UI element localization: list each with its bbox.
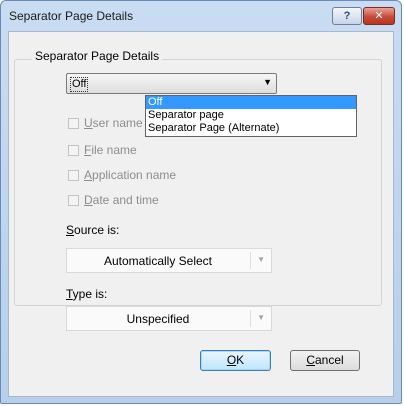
checkbox-box[interactable]	[68, 117, 79, 129]
checkbox-label: Date and time	[84, 193, 159, 207]
checkbox-box[interactable]	[68, 144, 79, 156]
combo-divider	[250, 310, 251, 327]
source-label: Source is:	[66, 223, 120, 237]
dropdown-option-separator-page-alternate[interactable]: Separator Page (Alternate)	[146, 122, 356, 135]
window-title: Separator Page Details	[9, 9, 134, 23]
separator-page-dropdown-list[interactable]: Off Separator page Separator Page (Alter…	[145, 95, 357, 137]
checkbox-box[interactable]	[68, 169, 79, 181]
cancel-button[interactable]: Cancel	[290, 350, 360, 371]
separator-page-value: Off	[70, 77, 89, 92]
dropdown-option-separator-page[interactable]: Separator page	[146, 109, 356, 122]
chevron-down-icon[interactable]: ▼	[257, 313, 265, 322]
checkbox-label: User name	[84, 116, 143, 130]
source-select[interactable]: Automatically Select ▼	[66, 248, 272, 273]
title-bar[interactable]: Separator Page Details ? ✕	[1, 1, 401, 31]
close-button[interactable]: ✕	[363, 7, 395, 25]
type-value: Unspecified	[126, 312, 190, 326]
combo-divider	[250, 252, 251, 269]
application-name-checkbox[interactable]: Application name	[68, 168, 176, 182]
checkbox-box[interactable]	[68, 194, 79, 206]
user-name-checkbox[interactable]: User name	[68, 116, 143, 130]
type-select[interactable]: Unspecified ▼	[66, 306, 272, 331]
source-value: Automatically Select	[103, 254, 213, 268]
ok-button[interactable]: OK	[200, 350, 271, 371]
type-label: Type is:	[66, 287, 108, 301]
dropdown-option-off[interactable]: Off	[146, 96, 356, 109]
checkbox-label: Application name	[84, 168, 177, 182]
chevron-down-icon[interactable]: ▼	[263, 77, 272, 87]
file-name-checkbox[interactable]: File name	[68, 143, 137, 157]
group-label: Separator Page Details	[32, 49, 163, 63]
date-and-time-checkbox[interactable]: Date and time	[68, 193, 159, 207]
separator-page-select[interactable]: Off ▼	[66, 73, 277, 94]
help-button[interactable]: ?	[332, 7, 362, 25]
chevron-down-icon[interactable]: ▼	[257, 255, 265, 264]
checkbox-label: File name	[84, 143, 137, 157]
